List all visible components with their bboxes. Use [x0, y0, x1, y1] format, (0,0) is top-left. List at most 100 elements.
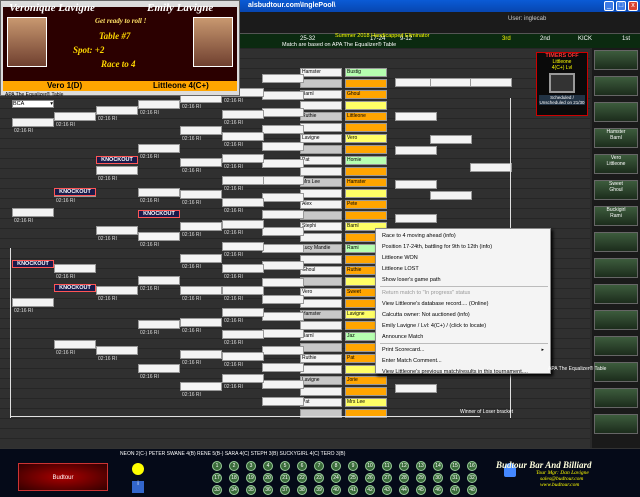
bracket-slot[interactable] — [345, 79, 387, 88]
table-status-ball[interactable]: 11 — [382, 461, 392, 471]
queue-slot[interactable] — [594, 258, 638, 278]
bracket-slot[interactable]: Barnl — [300, 332, 342, 341]
bracket-slot[interactable] — [262, 397, 304, 406]
bracket-slot[interactable] — [180, 158, 222, 167]
table-status-ball[interactable]: 41 — [348, 485, 358, 495]
table-status-ball[interactable]: 26 — [365, 473, 375, 483]
bracket-slot[interactable] — [262, 159, 304, 168]
queue-slot[interactable] — [594, 284, 638, 304]
bracket-slot[interactable] — [138, 144, 180, 153]
table-status-ball[interactable]: 4 — [263, 461, 273, 471]
bracket-slot[interactable]: Vero — [345, 134, 387, 143]
table-status-ball[interactable]: 40 — [331, 485, 341, 495]
bracket-slot[interactable] — [345, 167, 387, 176]
menu-item-8[interactable]: Emily Lavigne / Lvl: 4(C+) / (click to l… — [382, 323, 486, 329]
table-status-ball[interactable]: 1 — [212, 461, 222, 471]
bracket-slot[interactable] — [222, 308, 264, 317]
bracket-slot[interactable] — [262, 278, 304, 287]
bracket-slot[interactable]: Hamster — [345, 178, 387, 187]
table-status-ball[interactable]: 43 — [382, 485, 392, 495]
menu-item-1[interactable]: Position 17-24th, battling for 9th to 12… — [382, 244, 492, 250]
table-status-ball[interactable]: 5 — [280, 461, 290, 471]
bracket-slot[interactable] — [345, 123, 387, 132]
bracket-slot[interactable] — [96, 286, 138, 295]
queue-slot[interactable]: Hamster Barnl — [594, 128, 638, 148]
queue-slot[interactable] — [594, 76, 638, 96]
minimize-button[interactable]: _ — [604, 1, 614, 11]
bracket-slot[interactable] — [300, 167, 342, 176]
bracket-slot[interactable] — [180, 222, 222, 231]
bracket-slot[interactable] — [300, 387, 342, 396]
bracket-slot[interactable] — [470, 78, 512, 87]
bracket-slot[interactable] — [395, 146, 437, 155]
bracket-slot[interactable] — [262, 193, 304, 202]
bracket-slot[interactable] — [395, 214, 437, 223]
queue-slot[interactable] — [594, 50, 638, 70]
table-status-ball[interactable]: 32 — [467, 473, 477, 483]
bracket-slot[interactable] — [262, 125, 304, 134]
bracket-slot[interactable]: Mrs Lee — [300, 178, 342, 187]
queue-slot[interactable] — [594, 414, 638, 434]
bracket-slot[interactable]: Ruthie — [300, 354, 342, 363]
bracket-slot[interactable] — [96, 166, 138, 175]
close-button[interactable]: x — [628, 1, 638, 11]
bracket-slot[interactable]: Bustig — [345, 68, 387, 77]
table-status-ball[interactable]: 35 — [246, 485, 256, 495]
table-status-ball[interactable]: 33 — [212, 485, 222, 495]
menu-item-10[interactable]: Print Scorecard... — [382, 347, 425, 353]
bracket-slot[interactable] — [395, 180, 437, 189]
table-status-ball[interactable]: 18 — [229, 473, 239, 483]
bracket-slot[interactable] — [96, 346, 138, 355]
bracket-slot[interactable] — [430, 191, 472, 201]
bracket-slot[interactable]: Pat — [300, 398, 342, 407]
queue-slot[interactable] — [594, 362, 638, 382]
queue-slot[interactable]: Vero Littleone — [594, 154, 638, 174]
bracket-slot[interactable] — [345, 387, 387, 396]
table-status-ball[interactable]: 22 — [297, 473, 307, 483]
bracket-slot[interactable] — [222, 154, 264, 163]
table-status-ball[interactable]: 44 — [399, 485, 409, 495]
table-status-ball[interactable]: 10 — [365, 461, 375, 471]
bracket-slot[interactable] — [262, 346, 304, 355]
bracket-slot[interactable] — [395, 384, 437, 393]
bracket-slot[interactable] — [300, 233, 342, 242]
bracket-slot[interactable]: Lucy Mandie — [300, 244, 342, 253]
division-select[interactable]: BCA ▾ — [12, 100, 54, 108]
bracket-slot[interactable] — [222, 176, 264, 185]
bracket-slot[interactable]: Ruthie — [300, 112, 342, 121]
bracket-slot[interactable]: Barnl — [300, 90, 342, 99]
table-status-ball[interactable]: 28 — [399, 473, 409, 483]
menu-item-6[interactable]: View Littleone's database record.... (On… — [382, 301, 488, 307]
bracket-slot[interactable]: Hamster — [300, 68, 342, 77]
bracket-slot[interactable] — [300, 79, 342, 88]
bracket-slot[interactable] — [300, 277, 342, 286]
table-status-ball[interactable]: 25 — [348, 473, 358, 483]
table-status-ball[interactable]: 38 — [297, 485, 307, 495]
table-status-ball[interactable]: 31 — [450, 473, 460, 483]
bracket-slot[interactable] — [138, 232, 180, 241]
bracket-slot[interactable] — [138, 100, 180, 109]
bracket-slot[interactable] — [262, 295, 304, 304]
bracket-slot[interactable] — [138, 364, 180, 373]
bracket-slot[interactable] — [262, 108, 304, 117]
bracket-slot[interactable] — [262, 210, 304, 219]
table-status-ball[interactable]: 23 — [314, 473, 324, 483]
table-status-ball[interactable]: 6 — [297, 461, 307, 471]
menu-item-0[interactable]: Race to 4 moving ahead (info) — [382, 233, 456, 239]
bracket-slot[interactable]: Homie — [345, 156, 387, 165]
bracket-slot[interactable] — [222, 264, 264, 273]
bracket-slot[interactable] — [300, 123, 342, 132]
menu-item-9[interactable]: Announce Match — [382, 334, 423, 340]
queue-slot[interactable] — [594, 310, 638, 330]
menu-item-12[interactable]: View Littleone's previous match/results … — [382, 369, 528, 375]
bracket-slot[interactable] — [262, 380, 304, 389]
bracket-slot[interactable] — [222, 330, 264, 339]
table-status-ball[interactable]: 29 — [416, 473, 426, 483]
bracket-slot[interactable] — [262, 74, 304, 83]
table-status-ball[interactable]: 42 — [365, 485, 375, 495]
bracket-slot[interactable] — [300, 321, 342, 330]
bracket-slot[interactable] — [96, 226, 138, 235]
bracket-slot[interactable]: Stephi — [300, 222, 342, 231]
bracket-slot[interactable] — [300, 299, 342, 308]
bracket-slot[interactable] — [262, 363, 304, 372]
